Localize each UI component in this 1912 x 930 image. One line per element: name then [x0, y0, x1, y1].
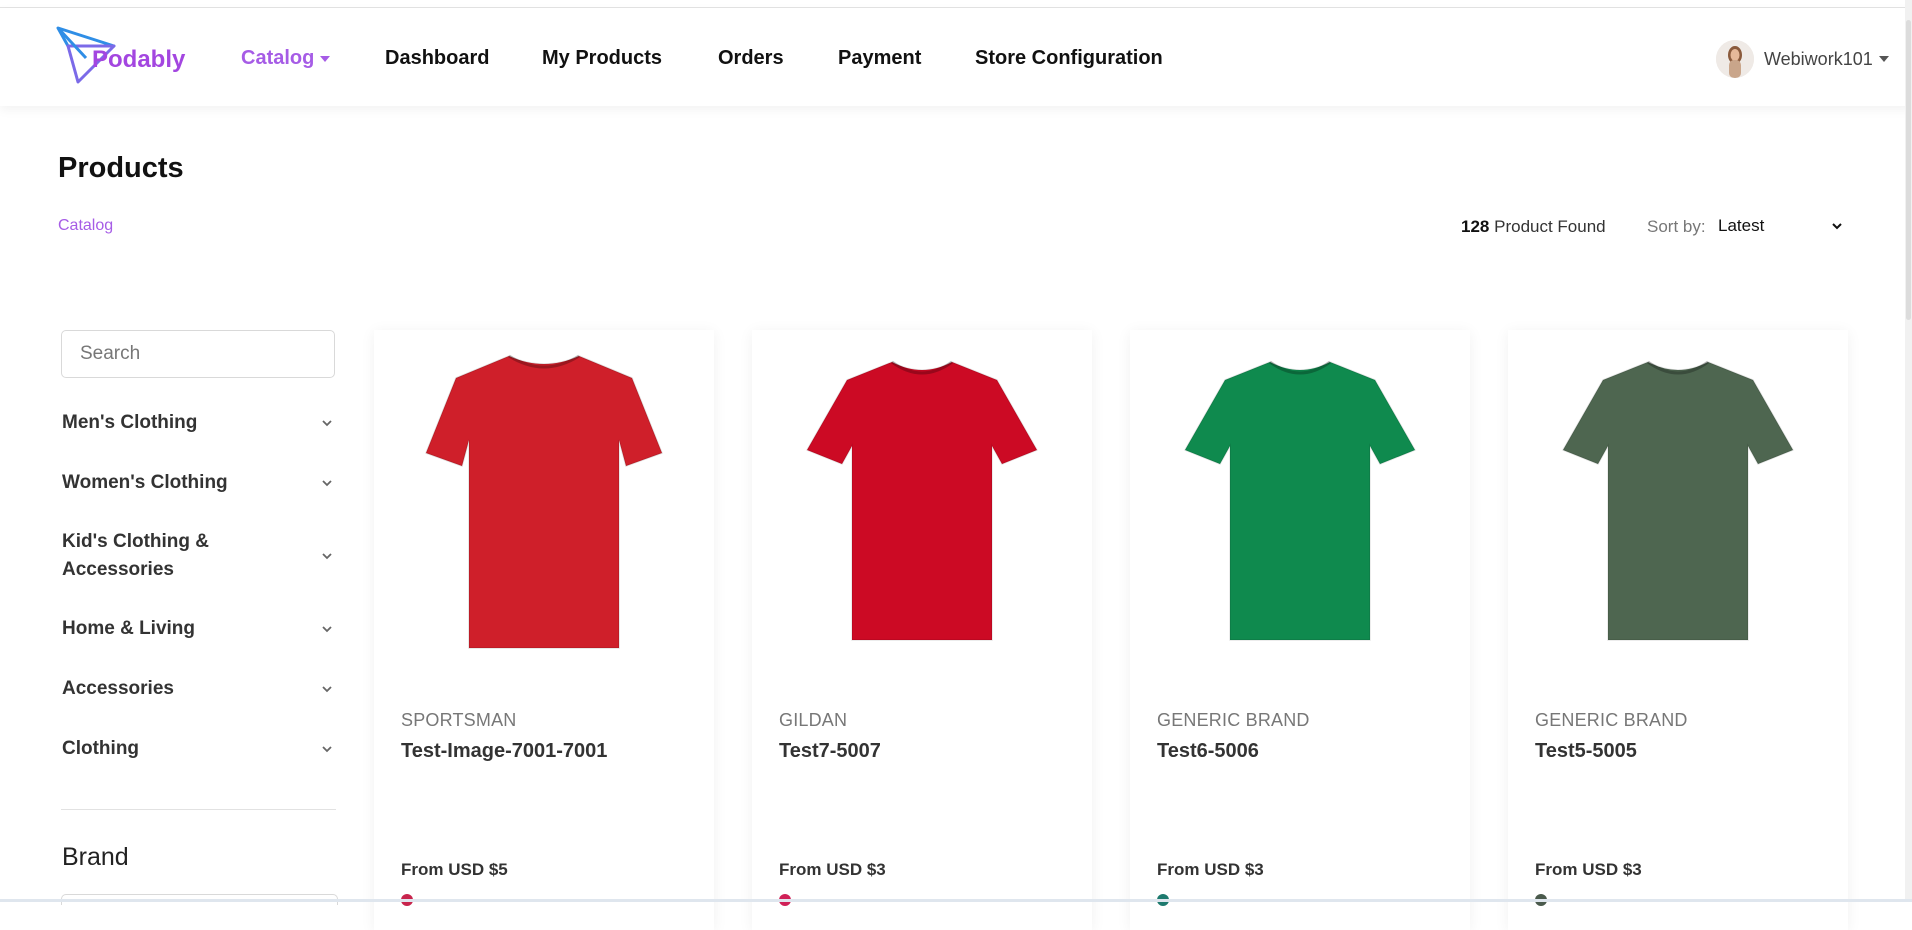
nav-orders[interactable]: Orders: [718, 47, 784, 70]
category-home-living[interactable]: Home & Living: [62, 615, 334, 643]
tshirt-image: [1561, 360, 1795, 641]
caret-down-icon: [1878, 56, 1889, 62]
tshirt-image: [805, 360, 1039, 641]
avatar-image: [1716, 40, 1754, 78]
results-count-number: 128: [1461, 217, 1490, 236]
tshirt-shape: [425, 355, 663, 649]
product-brand: GENERIC BRAND: [1157, 710, 1310, 730]
product-brand: GILDAN: [779, 710, 848, 730]
chevron-down-icon: [322, 746, 332, 753]
product-price: From USD $5: [401, 860, 508, 879]
chevron-down-icon: [322, 480, 332, 487]
tshirt-image: [425, 354, 663, 649]
nav-catalog-label: Catalog: [241, 47, 315, 69]
product-card[interactable]: GENERIC BRAND Test6-5006 From USD $3: [1130, 330, 1470, 930]
category-label: Clothing: [62, 738, 140, 759]
top-navbar: Podably Catalog Dashboard My Products Or…: [0, 8, 1912, 106]
category-label: Men's Clothing: [62, 412, 198, 433]
tshirt-shape: [1561, 361, 1795, 641]
avatar: [1716, 40, 1754, 78]
category-womens-clothing[interactable]: Women's Clothing: [62, 469, 334, 497]
category-label: Women's Clothing: [62, 472, 228, 493]
category-kids-clothing-accessories[interactable]: Kid's Clothing & Accessories: [62, 528, 334, 584]
product-name[interactable]: Test6-5006: [1157, 740, 1259, 763]
brand-filter-heading: Brand: [62, 843, 129, 871]
sort-select[interactable]: Latest: [1718, 212, 1844, 240]
results-count: 128 Product Found: [1461, 217, 1606, 237]
product-name[interactable]: Test5-5005: [1535, 740, 1637, 763]
sort-label: Sort by:: [1647, 217, 1706, 236]
nav-store-configuration[interactable]: Store Configuration: [975, 47, 1163, 70]
scrollbar-thumb[interactable]: [1906, 20, 1911, 320]
chevron-down-icon: [322, 626, 332, 633]
category-accessories[interactable]: Accessories: [62, 675, 334, 703]
category-clothing[interactable]: Clothing: [62, 735, 334, 763]
product-brand: GENERIC BRAND: [1535, 710, 1688, 730]
tshirt-image: [1183, 360, 1417, 641]
tshirt-shape: [805, 361, 1039, 641]
sidebar-divider: [61, 809, 336, 810]
product-price: From USD $3: [779, 860, 886, 879]
product-card[interactable]: SPORTSMAN Test-Image-7001-7001 From USD …: [374, 330, 714, 930]
page-title: Products: [58, 152, 184, 184]
product-name[interactable]: Test-Image-7001-7001: [401, 740, 607, 763]
product-price: From USD $3: [1535, 860, 1642, 879]
nav-catalog[interactable]: Catalog: [241, 47, 331, 70]
tshirt-shape: [1183, 361, 1417, 641]
product-name[interactable]: Test7-5007: [779, 740, 881, 763]
sort-selected-value: Latest: [1718, 216, 1765, 235]
nav-my-products[interactable]: My Products: [542, 47, 662, 70]
chevron-down-icon: [1832, 223, 1842, 230]
category-label: Kid's Clothing & Accessories: [62, 531, 209, 580]
product-price: From USD $3: [1157, 860, 1264, 879]
results-count-label: Product Found: [1494, 217, 1606, 236]
category-mens-clothing[interactable]: Men's Clothing: [62, 409, 334, 437]
product-card[interactable]: GILDAN Test7-5007 From USD $3: [752, 330, 1092, 930]
product-brand: SPORTSMAN: [401, 710, 517, 730]
chevron-down-icon: [322, 686, 332, 693]
caret-down-icon: [320, 55, 331, 62]
product-card[interactable]: GENERIC BRAND Test5-5005 From USD $3: [1508, 330, 1848, 930]
nav-payment[interactable]: Payment: [838, 47, 921, 70]
nav-dashboard[interactable]: Dashboard: [385, 47, 489, 70]
chevron-down-icon: [322, 420, 332, 427]
category-label: Accessories: [62, 678, 174, 699]
breadcrumb[interactable]: Catalog: [58, 217, 113, 235]
user-name: Webiwork101: [1764, 48, 1873, 69]
category-label: Home & Living: [62, 618, 196, 639]
user-menu[interactable]: Webiwork101: [1716, 40, 1889, 78]
search-input[interactable]: [61, 330, 335, 378]
logo-wordmark[interactable]: Podably: [92, 46, 185, 74]
chevron-down-icon: [322, 553, 332, 560]
